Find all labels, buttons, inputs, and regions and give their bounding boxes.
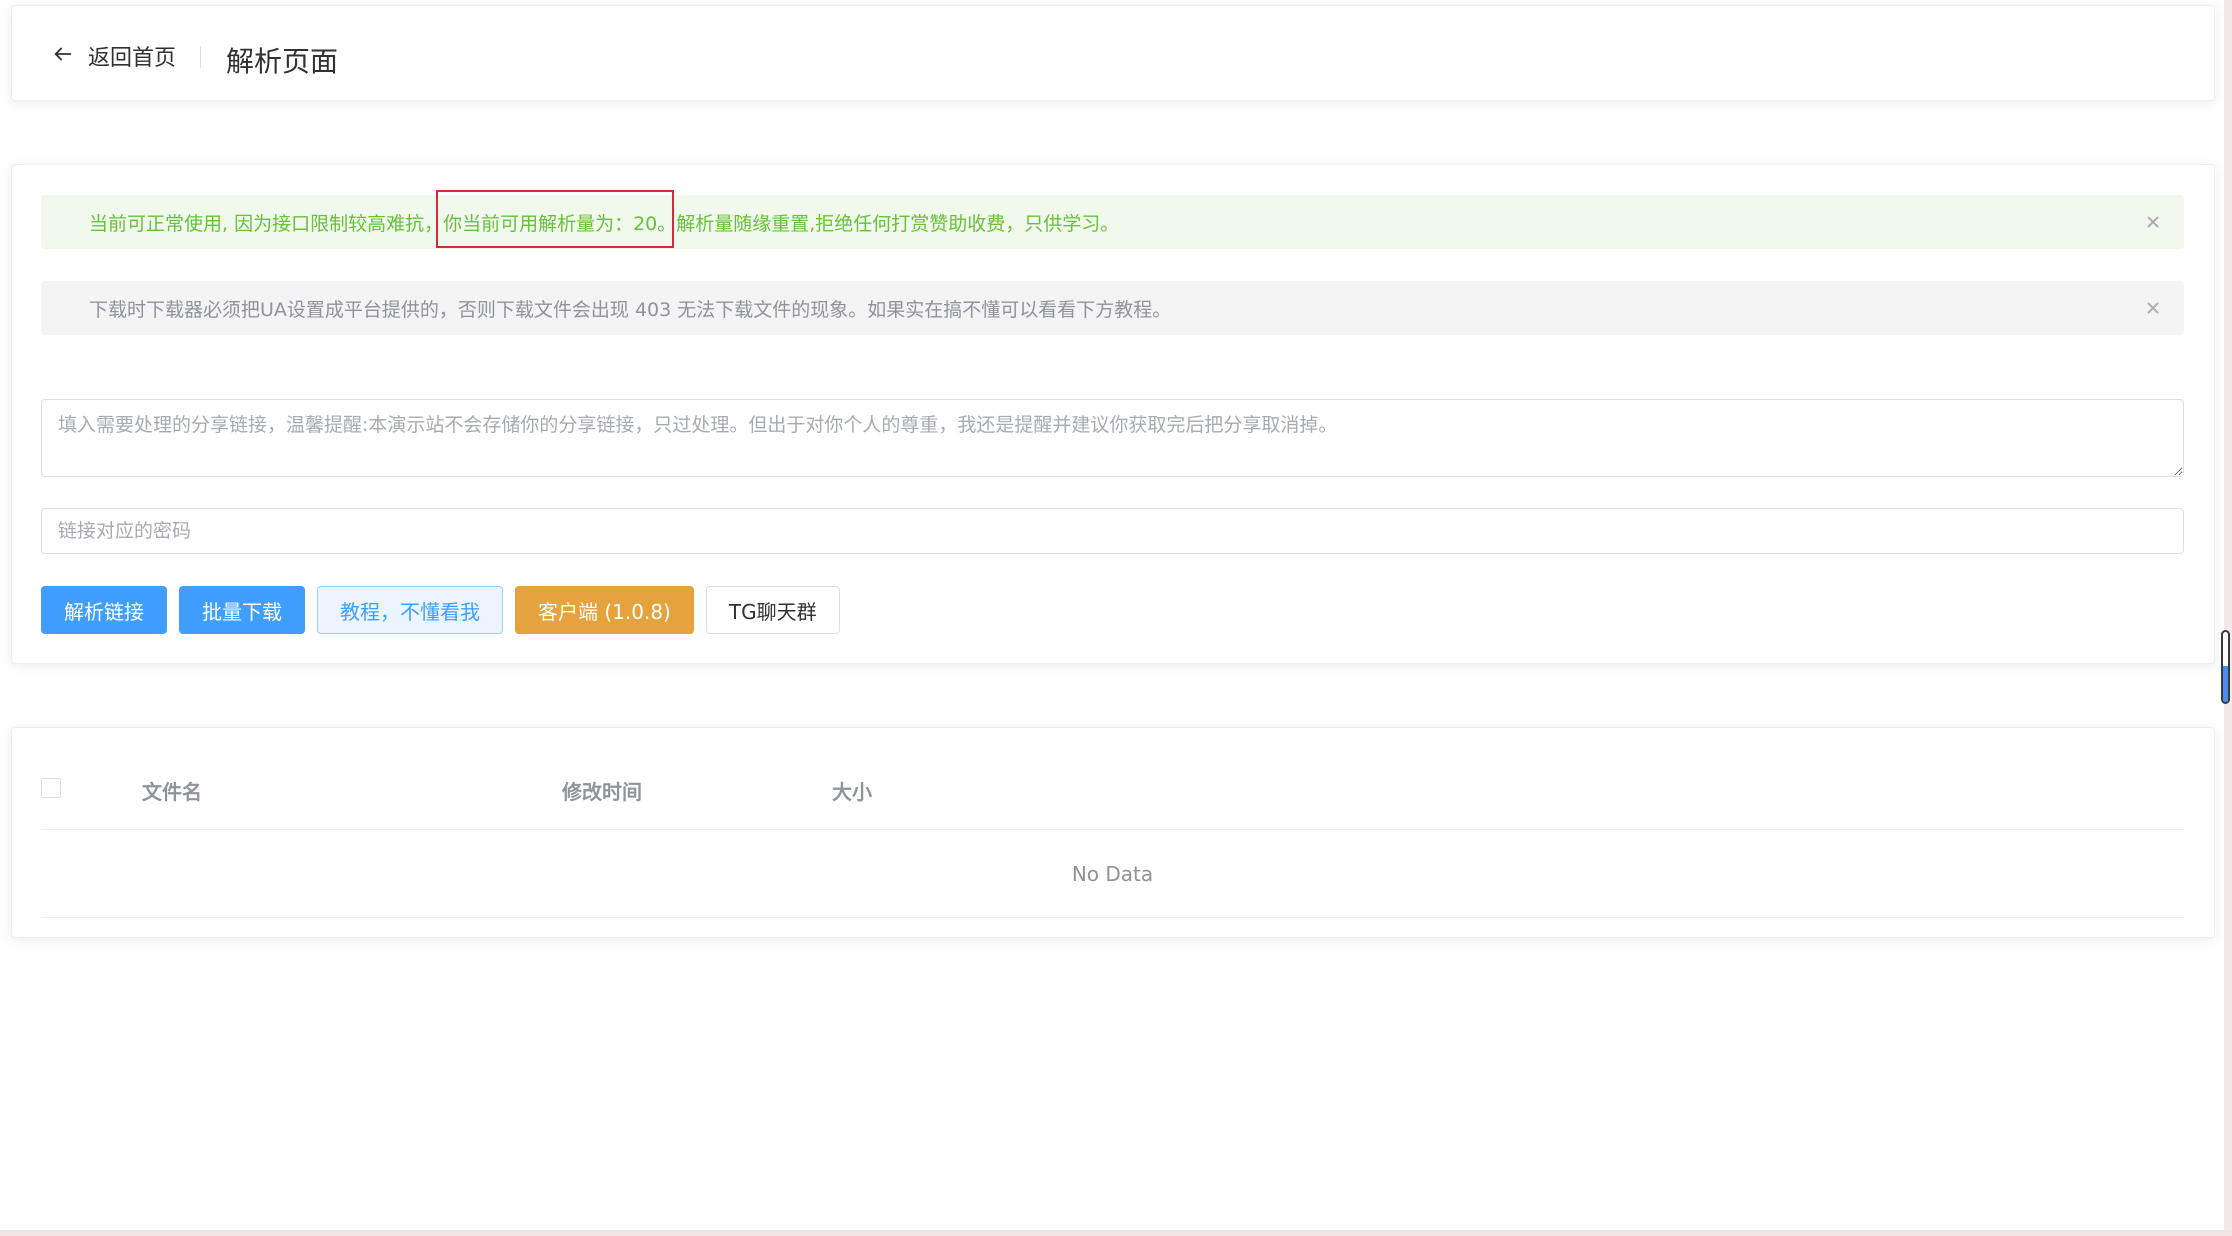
- parse-card: 当前可正常使用, 因为接口限制较高难抗，你当前可用解析量为：20。解析量随缘重置…: [11, 164, 2215, 664]
- table-header: [41, 750, 2184, 830]
- share-link-input[interactable]: [41, 399, 2184, 477]
- page: 返回首页 解析页面 当前可正常使用, 因为接口限制较高难抗，你当前可用解析量为：…: [0, 0, 2232, 1236]
- success-alert-text: 当前可正常使用, 因为接口限制较高难抗，你当前可用解析量为：20。解析量随缘重置…: [89, 212, 1120, 235]
- back-home-label: 返回首页: [88, 46, 177, 71]
- tg-group-button[interactable]: TG聊天群: [705, 586, 840, 634]
- client-button[interactable]: 客户端 (1.0.8): [515, 586, 694, 634]
- table-empty-row: No Data: [41, 830, 2184, 918]
- window-bottom-edge: [0, 1230, 2232, 1236]
- column-header-modified[interactable]: 修改时间: [562, 776, 642, 805]
- column-header-size[interactable]: 大小: [832, 776, 872, 805]
- column-header-filename[interactable]: 文件名: [142, 776, 202, 805]
- tutorial-button[interactable]: 教程，不懂看我: [317, 586, 503, 634]
- close-icon[interactable]: [2142, 297, 2164, 319]
- vertical-scrollbar[interactable]: [2218, 0, 2232, 1236]
- select-all-checkbox[interactable]: [41, 778, 61, 798]
- arrow-left-icon: [52, 43, 74, 69]
- file-table-card: 文件名 修改时间 大小 No Data: [11, 727, 2215, 938]
- header-card: 返回首页 解析页面: [11, 5, 2215, 101]
- success-alert: 当前可正常使用, 因为接口限制较高难抗，你当前可用解析量为：20。解析量随缘重置…: [41, 195, 2184, 249]
- password-input[interactable]: [41, 508, 2184, 554]
- header-divider: [200, 46, 201, 68]
- batch-download-button[interactable]: 批量下载: [179, 586, 305, 634]
- scrollbar-thumb[interactable]: [2221, 630, 2230, 704]
- empty-text: No Data: [1071, 861, 1154, 886]
- page-title: 解析页面: [226, 45, 339, 78]
- action-buttons: 解析链接 批量下载 教程，不懂看我 客户端 (1.0.8) TG聊天群: [41, 586, 852, 634]
- close-icon[interactable]: [2142, 211, 2164, 233]
- parse-link-button[interactable]: 解析链接: [41, 586, 167, 634]
- info-alert: 下载时下载器必须把UA设置成平台提供的，否则下载文件会出现 403 无法下载文件…: [41, 281, 2184, 335]
- back-home-link[interactable]: 返回首页: [52, 40, 176, 72]
- info-alert-text: 下载时下载器必须把UA设置成平台提供的，否则下载文件会出现 403 无法下载文件…: [89, 298, 1172, 321]
